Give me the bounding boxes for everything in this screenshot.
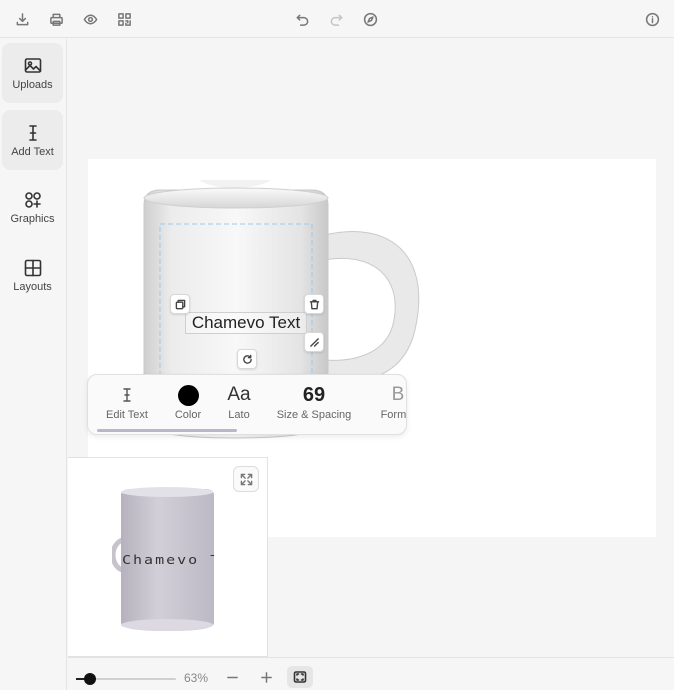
top-toolbar bbox=[0, 0, 674, 38]
font-name-label: Lato bbox=[228, 409, 250, 421]
edit-text-label: Edit Text bbox=[106, 409, 148, 421]
resize-handle[interactable] bbox=[304, 332, 324, 352]
text-cursor-icon bbox=[28, 124, 37, 141]
minus-icon bbox=[226, 676, 238, 678]
rotate-icon bbox=[242, 354, 252, 364]
resize-icon bbox=[309, 337, 319, 347]
info-icon[interactable] bbox=[642, 9, 662, 29]
toolbar-scrollbar[interactable] bbox=[97, 429, 237, 432]
zoom-bar: 63% bbox=[68, 657, 674, 690]
compass-icon[interactable] bbox=[360, 9, 380, 29]
grid-layout-icon bbox=[24, 259, 41, 276]
font-preview: Aa bbox=[227, 384, 251, 405]
format-label: Format bbox=[380, 409, 407, 421]
mug-preview-text: Chamevo Text bbox=[122, 552, 214, 568]
font-button[interactable]: Aa Lato bbox=[222, 383, 256, 421]
undo-icon[interactable] bbox=[292, 9, 312, 29]
font-size-value: 69 bbox=[302, 383, 326, 406]
duplicate-icon bbox=[175, 299, 185, 309]
sidebar-item-graphics[interactable]: Graphics bbox=[2, 177, 63, 237]
trash-icon bbox=[309, 299, 319, 309]
design-text-layer[interactable]: Chamevo Text bbox=[185, 312, 307, 334]
sidebar-item-layouts[interactable]: Layouts bbox=[2, 245, 63, 305]
plus-icon bbox=[260, 671, 272, 683]
redo-icon[interactable] bbox=[326, 9, 346, 29]
fit-screen-icon bbox=[293, 671, 307, 683]
zoom-value: 63% bbox=[184, 671, 209, 685]
preview-eye-icon[interactable] bbox=[80, 9, 100, 29]
sidebar-item-label: Add Text bbox=[11, 145, 54, 158]
sidebar-item-uploads[interactable]: Uploads bbox=[2, 43, 63, 103]
color-label: Color bbox=[174, 409, 202, 421]
text-cursor-icon bbox=[123, 388, 131, 402]
color-button[interactable]: Color bbox=[170, 383, 206, 421]
text-properties-toolbar: Edit Text Color Aa Lato 69 Size & Spacin… bbox=[87, 374, 407, 435]
print-icon[interactable] bbox=[46, 9, 66, 29]
rotate-handle[interactable] bbox=[237, 349, 257, 369]
format-button[interactable]: B Format bbox=[378, 383, 407, 421]
bold-icon: B bbox=[391, 384, 405, 405]
qr-code-icon[interactable] bbox=[114, 9, 134, 29]
size-spacing-label: Size & Spacing bbox=[276, 409, 352, 421]
duplicate-handle[interactable] bbox=[170, 294, 190, 314]
fit-to-screen-button[interactable] bbox=[287, 666, 313, 688]
sidebar-item-label: Layouts bbox=[13, 280, 52, 293]
zoom-slider-knob[interactable] bbox=[84, 673, 97, 685]
left-sidebar: Uploads Add Text Graphics Layouts bbox=[0, 39, 67, 690]
color-swatch bbox=[177, 384, 199, 406]
image-upload-icon bbox=[24, 57, 41, 73]
sidebar-item-label: Uploads bbox=[12, 78, 53, 91]
sidebar-item-label: Graphics bbox=[10, 212, 55, 225]
delete-handle[interactable] bbox=[304, 294, 324, 314]
expand-icon bbox=[240, 473, 252, 485]
shapes-icon bbox=[24, 191, 41, 208]
zoom-out-button[interactable] bbox=[222, 667, 242, 687]
design-text: Chamevo Text bbox=[191, 313, 301, 332]
download-icon[interactable] bbox=[12, 9, 32, 29]
sidebar-item-add-text[interactable]: Add Text bbox=[2, 110, 63, 170]
zoom-slider[interactable] bbox=[76, 673, 176, 685]
edit-text-button[interactable]: Edit Text bbox=[100, 383, 154, 421]
zoom-in-button[interactable] bbox=[256, 667, 276, 687]
size-spacing-button[interactable]: 69 Size & Spacing bbox=[272, 383, 356, 422]
expand-preview-button[interactable] bbox=[233, 466, 259, 492]
